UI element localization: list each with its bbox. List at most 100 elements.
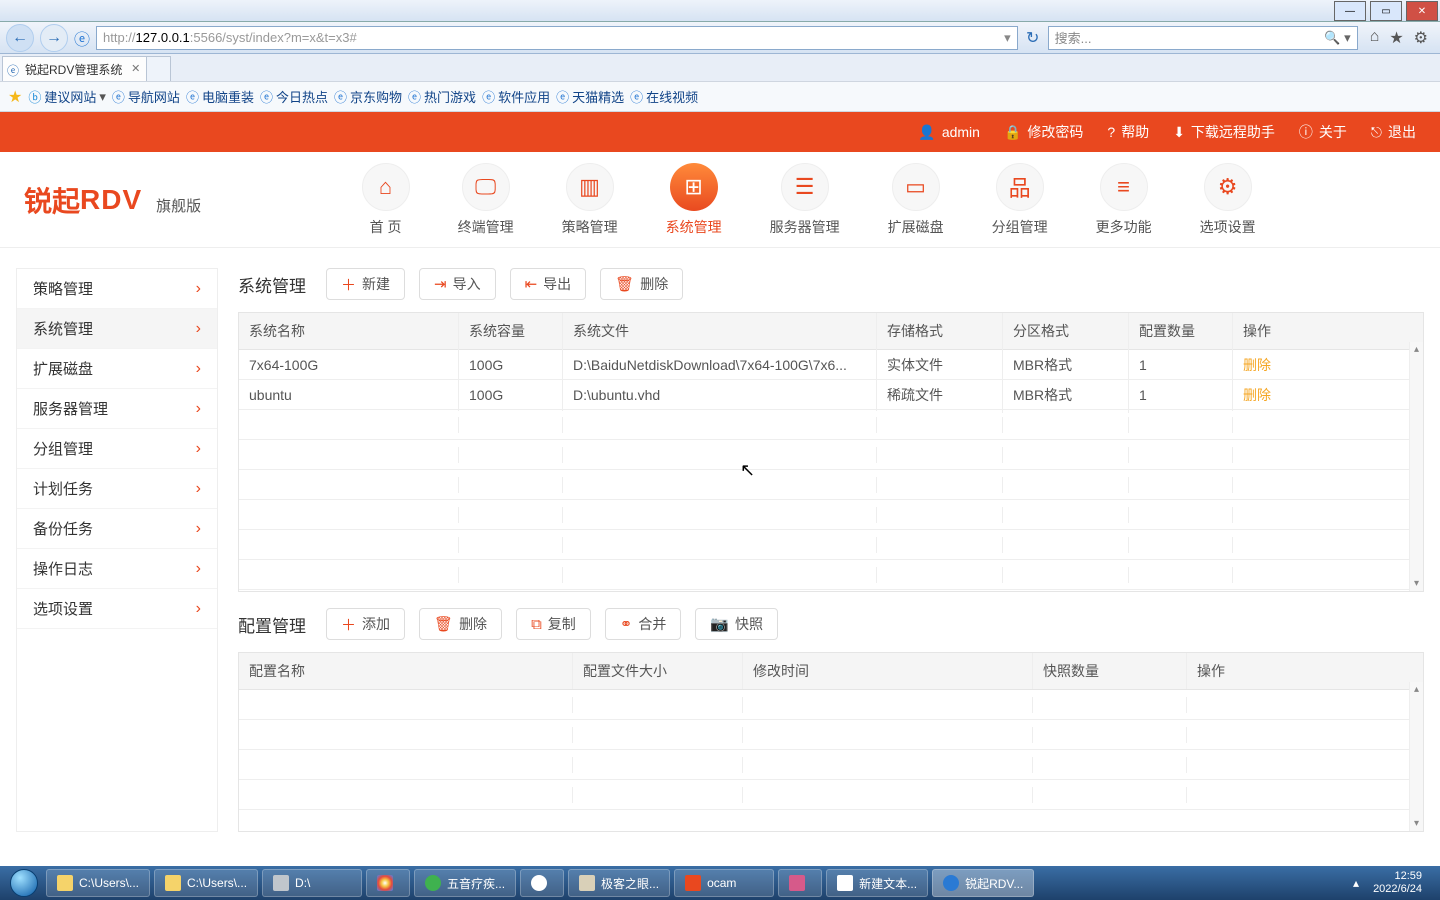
delete-button[interactable]: 🗑删除	[600, 268, 683, 300]
favorite-link[interactable]: ⓔ京东购物	[334, 87, 402, 106]
sidebar-item-log[interactable]: 操作日志›	[17, 549, 217, 589]
col-cfg-size[interactable]: 配置文件大小	[573, 653, 743, 689]
tray-icon[interactable]: ▴	[1353, 876, 1359, 890]
browser-toolbar: ← → ⓔ http:// 127.0.0.1 :5566/syst/index…	[0, 22, 1440, 54]
table-row	[239, 470, 1423, 500]
taskbar-item[interactable]: C:\Users\...	[46, 869, 150, 897]
taskbar-item[interactable]: 极客之眼...	[568, 869, 670, 897]
scrollbar[interactable]: ▴▾	[1409, 342, 1423, 591]
nav-back-button[interactable]: ←	[6, 24, 34, 52]
col-file[interactable]: 系统文件	[563, 313, 877, 349]
col-cfg-snap[interactable]: 快照数量	[1033, 653, 1187, 689]
nav-more[interactable]: ≡更多功能	[1096, 163, 1152, 237]
row-delete-link[interactable]: 删除	[1243, 357, 1271, 373]
new-button[interactable]: ＋新建	[326, 268, 405, 300]
col-config[interactable]: 配置数量	[1129, 313, 1233, 349]
snapshot-button[interactable]: 📷快照	[695, 608, 778, 640]
taskbar-item[interactable]	[778, 869, 822, 897]
favorite-link[interactable]: ⓔ天猫精选	[556, 87, 624, 106]
scroll-up-icon[interactable]: ▴	[1414, 344, 1419, 355]
nav-system[interactable]: ⊞系统管理	[666, 163, 722, 237]
sidebar-item-system[interactable]: 系统管理›	[17, 309, 217, 349]
browser-tab[interactable]: ⓔ 锐起RDV管理系统 ✕	[2, 56, 147, 81]
nav-terminal[interactable]: 🖵终端管理	[458, 163, 514, 237]
search-box[interactable]: 搜索... 🔍 ▾	[1048, 26, 1358, 50]
nav-group[interactable]: 品分组管理	[992, 163, 1048, 237]
taskbar-item[interactable]: D:\	[262, 869, 362, 897]
scrollbar[interactable]: ▴▾	[1409, 682, 1423, 831]
window-minimize-button[interactable]: —	[1334, 1, 1366, 21]
nav-options[interactable]: ⚙选项设置	[1200, 163, 1256, 237]
user-menu[interactable]: 👤admin	[918, 124, 980, 141]
favorite-icon[interactable]: ★	[1389, 28, 1403, 48]
about-link[interactable]: ⓘ关于	[1299, 122, 1347, 142]
col-cfg-name[interactable]: 配置名称	[239, 653, 573, 689]
row-delete-link[interactable]: 删除	[1243, 387, 1271, 403]
favorite-link[interactable]: ⓔ热门游戏	[408, 87, 476, 106]
clock[interactable]: 12:59 2022/6/24	[1367, 870, 1428, 896]
table-row[interactable]: ubuntu 100G D:\ubuntu.vhd 稀疏文件 MBR格式 1 删…	[239, 380, 1423, 410]
system-tray[interactable]: ▴ 12:59 2022/6/24	[1345, 870, 1436, 896]
scroll-up-icon[interactable]: ▴	[1414, 684, 1419, 695]
col-format[interactable]: 分区格式	[1003, 313, 1129, 349]
col-name[interactable]: 系统名称	[239, 313, 459, 349]
home-icon[interactable]: ⌂	[1370, 28, 1380, 48]
taskbar-item[interactable]: 五音疗疾...	[414, 869, 516, 897]
delete-config-button[interactable]: 🗑删除	[419, 608, 502, 640]
favorite-link[interactable]: ⓑ建议网站▾	[28, 87, 106, 106]
sidebar-item-backup[interactable]: 备份任务›	[17, 509, 217, 549]
col-storage[interactable]: 存储格式	[877, 313, 1003, 349]
col-capacity[interactable]: 系统容量	[459, 313, 563, 349]
sidebar-item-options[interactable]: 选项设置›	[17, 589, 217, 629]
window-maximize-button[interactable]: ▭	[1370, 1, 1402, 21]
taskbar-item[interactable]: ocam	[674, 869, 774, 897]
col-cfg-time[interactable]: 修改时间	[743, 653, 1033, 689]
col-cfg-act[interactable]: 操作	[1187, 653, 1423, 689]
taskbar-item[interactable]	[366, 869, 410, 897]
copy-button[interactable]: ⧉复制	[516, 608, 591, 640]
sidebar-item-policy[interactable]: 策略管理›	[17, 269, 217, 309]
cell-cap: 100G	[459, 379, 563, 411]
tab-close-icon[interactable]: ✕	[131, 62, 140, 75]
address-bar[interactable]: http:// 127.0.0.1 :5566/syst/index?m=x&t…	[96, 26, 1018, 50]
table-row[interactable]: 7x64-100G 100G D:\BaiduNetdiskDownload\7…	[239, 350, 1423, 380]
taskbar-item[interactable]: 锐起RDV...	[932, 869, 1034, 897]
add-button[interactable]: ＋添加	[326, 608, 405, 640]
start-button[interactable]	[4, 868, 44, 898]
scroll-down-icon[interactable]: ▾	[1414, 578, 1419, 589]
add-favorite-icon[interactable]: ★	[8, 87, 22, 107]
col-action[interactable]: 操作	[1233, 313, 1423, 349]
favorite-link[interactable]: ⓔ电脑重装	[186, 87, 254, 106]
export-button[interactable]: ⇤导出	[510, 268, 587, 300]
nav-policy[interactable]: ▥策略管理	[562, 163, 618, 237]
system-table: 系统名称 系统容量 系统文件 存储格式 分区格式 配置数量 操作 7x64-10…	[238, 312, 1424, 592]
new-tab-button[interactable]	[147, 56, 171, 81]
sidebar-item-disk[interactable]: 扩展磁盘›	[17, 349, 217, 389]
taskbar-item[interactable]: C:\Users\...	[154, 869, 258, 897]
nav-disk[interactable]: ▭扩展磁盘	[888, 163, 944, 237]
taskbar-item[interactable]	[520, 869, 564, 897]
sidebar-item-group[interactable]: 分组管理›	[17, 429, 217, 469]
window-close-button[interactable]: ✕	[1406, 1, 1438, 21]
ocam-icon	[685, 875, 701, 891]
sidebar-item-server[interactable]: 服务器管理›	[17, 389, 217, 429]
import-button[interactable]: ⇥导入	[419, 268, 496, 300]
change-password-link[interactable]: 🔒修改密码	[1004, 122, 1083, 142]
download-helper-link[interactable]: ⬇下载远程助手	[1173, 122, 1275, 142]
help-link[interactable]: ?帮助	[1107, 122, 1149, 142]
nav-home[interactable]: ⌂首 页	[362, 163, 410, 237]
logout-link[interactable]: ⎋退出	[1371, 122, 1416, 142]
info-icon: ⓘ	[1299, 122, 1313, 142]
scroll-down-icon[interactable]: ▾	[1414, 818, 1419, 829]
merge-button[interactable]: ⚭合并	[605, 608, 682, 640]
favorite-link[interactable]: ⓔ导航网站	[112, 87, 180, 106]
sidebar-item-plan[interactable]: 计划任务›	[17, 469, 217, 509]
favorite-link[interactable]: ⓔ今日热点	[260, 87, 328, 106]
refresh-button[interactable]: ↻	[1024, 28, 1042, 48]
nav-forward-button[interactable]: →	[40, 24, 68, 52]
taskbar-item[interactable]: 新建文本...	[826, 869, 928, 897]
tools-icon[interactable]: ⚙	[1414, 28, 1428, 48]
favorite-link[interactable]: ⓔ软件应用	[482, 87, 550, 106]
nav-server[interactable]: ☰服务器管理	[770, 163, 840, 237]
favorite-link[interactable]: ⓔ在线视频	[630, 87, 698, 106]
